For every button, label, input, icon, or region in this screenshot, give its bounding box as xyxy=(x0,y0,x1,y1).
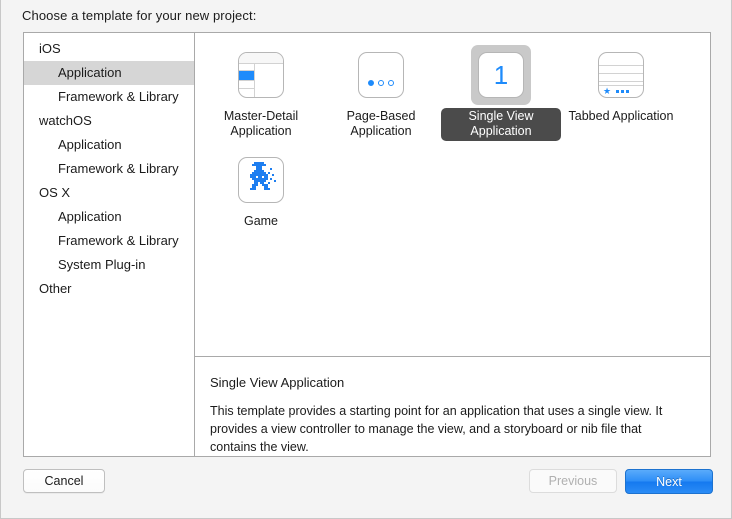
new-project-template-dialog: Choose a template for your new project: … xyxy=(0,0,732,519)
template-icon-frame xyxy=(231,150,291,210)
template-label: Tabbed Application xyxy=(568,109,674,123)
template-master-detail-application[interactable]: Master-Detail Application xyxy=(201,43,321,148)
template-grid: Master-Detail Application Page-Based App… xyxy=(195,33,710,356)
template-label: Page-Based Application xyxy=(346,109,416,138)
template-icon-frame xyxy=(351,45,411,105)
template-icon-frame: ★ xyxy=(591,45,651,105)
template-game[interactable]: Game xyxy=(201,148,321,253)
template-page-based-application[interactable]: Page-Based Application xyxy=(321,43,441,148)
page-title: Choose a template for your new project: xyxy=(22,8,257,23)
page-based-icon xyxy=(358,52,404,98)
template-icon-frame xyxy=(231,45,291,105)
single-view-numeral: 1 xyxy=(493,59,509,90)
template-label: Master-Detail Application xyxy=(223,109,299,138)
sidebar-item-ios-framework-library[interactable]: Framework & Library xyxy=(24,85,194,109)
game-icon xyxy=(238,157,284,203)
star-icon: ★ xyxy=(603,86,612,96)
sidebar-item-ios-application[interactable]: Application xyxy=(24,61,194,85)
sidebar-item-osx-system-plugin[interactable]: System Plug-in xyxy=(24,253,194,277)
next-button[interactable]: Next xyxy=(625,469,713,494)
master-detail-icon xyxy=(238,52,284,98)
template-tabbed-application[interactable]: ★ Tabbed Application xyxy=(561,43,681,148)
dialog-footer: Cancel Previous Next xyxy=(1,457,731,518)
single-view-icon: 1 xyxy=(478,52,524,98)
sidebar-item-watchos-framework-library[interactable]: Framework & Library xyxy=(24,157,194,181)
sidebar-item-other[interactable]: Other xyxy=(24,277,194,301)
template-label: Game xyxy=(243,214,279,228)
sidebar-item-osx[interactable]: OS X xyxy=(24,181,194,205)
platform-sidebar[interactable]: iOS Application Framework & Library watc… xyxy=(24,33,195,456)
template-description-panel: Single View Application This template pr… xyxy=(195,356,710,456)
previous-button[interactable]: Previous xyxy=(529,469,617,493)
tabbed-icon: ★ xyxy=(598,52,644,98)
sidebar-item-osx-application[interactable]: Application xyxy=(24,205,194,229)
game-sprite-graphic xyxy=(239,158,283,202)
template-chooser-panel: iOS Application Framework & Library watc… xyxy=(23,32,711,457)
sidebar-item-watchos-application[interactable]: Application xyxy=(24,133,194,157)
sidebar-item-watchos[interactable]: watchOS xyxy=(24,109,194,133)
template-right-pane: Master-Detail Application Page-Based App… xyxy=(195,33,710,456)
sidebar-item-ios[interactable]: iOS xyxy=(24,37,194,61)
template-icon-frame: 1 xyxy=(471,45,531,105)
cancel-button[interactable]: Cancel xyxy=(23,469,105,493)
template-label: Single View Application xyxy=(441,108,561,141)
description-title: Single View Application xyxy=(210,375,345,390)
sidebar-item-osx-framework-library[interactable]: Framework & Library xyxy=(24,229,194,253)
template-single-view-application[interactable]: 1 Single View Application xyxy=(441,43,561,148)
description-body: This template provides a starting point … xyxy=(210,404,663,454)
